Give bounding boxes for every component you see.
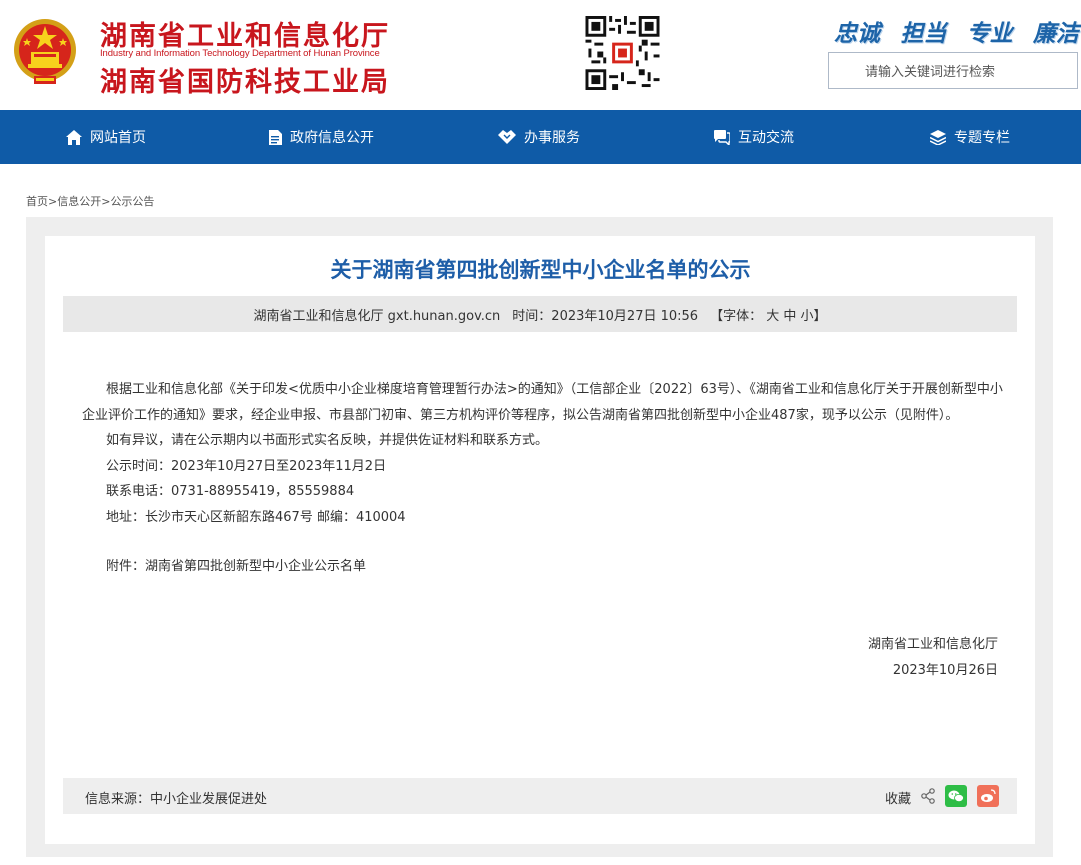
handshake-icon	[498, 130, 516, 144]
main-nav: 网站首页 政府信息公开 办事服务 互动交流 专题专栏	[0, 110, 1081, 164]
nav-item-home[interactable]: 网站首页	[66, 110, 146, 164]
nav-item-interaction[interactable]: 互动交流	[714, 110, 794, 164]
wechat-share-icon[interactable]	[945, 785, 967, 807]
font-size-switch[interactable]: 【字体： 大 中 小】	[710, 305, 826, 324]
slogan: 忠诚 担当 专业 廉洁	[834, 14, 1079, 48]
favorite-button[interactable]: 收藏	[885, 788, 911, 807]
national-emblem-icon	[14, 19, 76, 84]
layers-icon	[930, 129, 946, 145]
chat-icon	[714, 129, 730, 145]
qr-code-icon	[585, 16, 660, 90]
nav-label: 网站首页	[90, 130, 146, 146]
breadcrumb-home[interactable]: 首页	[26, 195, 48, 208]
article-title: 关于湖南省第四批创新型中小企业名单的公示	[330, 258, 751, 282]
slogan-item: 忠诚	[834, 21, 880, 47]
home-icon	[66, 129, 82, 145]
nav-item-gov-info[interactable]: 政府信息公开	[269, 110, 374, 164]
weibo-icon	[981, 789, 996, 802]
signature-date: 2023年10月26日	[892, 663, 998, 678]
document-icon	[269, 129, 282, 145]
article-footer: 信息来源：中小企业发展促进处 收藏	[63, 778, 1017, 814]
nav-item-services[interactable]: 办事服务	[498, 110, 580, 164]
slogan-item: 担当	[900, 21, 947, 47]
search-input[interactable]: 请输入关键词进行检索	[828, 52, 1078, 89]
contact-phone: 联系电话：0731-88955419，85559884	[106, 484, 355, 499]
breadcrumb-separator: >	[48, 195, 58, 208]
wechat-icon	[948, 790, 964, 802]
org-title-secondary: 湖南省国防科技工业局	[100, 67, 390, 98]
nav-label: 专题专栏	[954, 130, 1010, 146]
nav-label: 办事服务	[524, 130, 580, 146]
breadcrumb: 首页>信息公开>公示公告	[26, 193, 154, 209]
notice-period: 公示时间：2023年10月27日至2023年11月2日	[106, 459, 387, 474]
breadcrumb-info[interactable]: 信息公开	[57, 195, 101, 208]
site-header: 湖南省工业和信息化厅 Industry and Information Tech…	[0, 0, 1081, 110]
contact-address: 地址：长沙市天心区新韶东路467号 邮编：410004	[106, 510, 406, 525]
attachment-link[interactable]: 附件：湖南省第四批创新型中小企业公示名单	[106, 557, 366, 577]
nav-label: 互动交流	[738, 130, 794, 146]
share-icon[interactable]	[921, 788, 935, 804]
nav-label: 政府信息公开	[290, 130, 374, 146]
info-source: 信息来源：中小企业发展促进处	[85, 792, 268, 807]
weibo-share-icon[interactable]	[977, 785, 999, 807]
paragraph-objection: 如有异议，请在公示期内以书面形式实名反映，并提供佐证材料和联系方式。	[106, 433, 549, 448]
org-title-en: Industry and Information Technology Depa…	[100, 48, 380, 59]
paragraph-line: 企业评价工作的通知》要求，经企业申报、市县部门初审、第三方机构评价等程序，拟公告…	[82, 408, 959, 423]
slogan-item: 专业	[966, 21, 1013, 47]
slogan-item: 廉洁	[1032, 21, 1079, 47]
meta-source: 湖南省工业和信息化厅 gxt.hunan.gov.cn	[253, 308, 501, 324]
breadcrumb-notices[interactable]: 公示公告	[110, 195, 154, 208]
article-meta: 湖南省工业和信息化厅 gxt.hunan.gov.cn 时间：2023年10月2…	[63, 296, 1017, 332]
signature-org: 湖南省工业和信息化厅	[867, 637, 998, 652]
search-placeholder: 请输入关键词进行检索	[865, 65, 996, 80]
meta-time: 时间：2023年10月27日 10:56	[512, 308, 699, 324]
paragraph-line: 根据工业和信息化部《关于印发<优质中小企业梯度培育管理暂行办法>的通知》（工信部…	[106, 382, 1003, 397]
nav-item-topics[interactable]: 专题专栏	[930, 110, 1010, 164]
